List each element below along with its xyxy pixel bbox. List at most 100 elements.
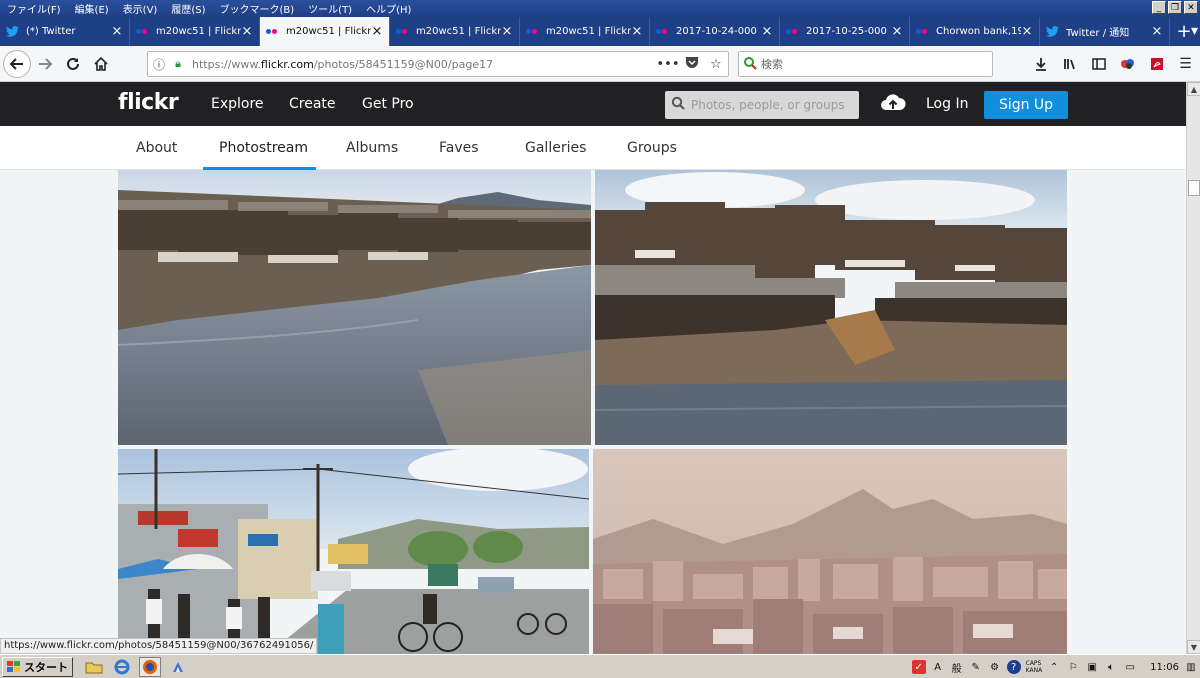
bookmark-star-icon[interactable]: ☆ <box>704 57 728 72</box>
pdf-icon[interactable] <box>1142 51 1171 77</box>
help-icon[interactable]: ? <box>1006 660 1021 674</box>
ime-tools-icon[interactable]: ✎ <box>969 660 983 674</box>
tray-expand-icon[interactable]: ⌃ <box>1047 660 1061 674</box>
library-icon[interactable] <box>1055 51 1084 77</box>
url-domain: flickr.com <box>260 57 314 71</box>
browser-search-input[interactable]: 検索 <box>738 51 993 77</box>
extension-icon[interactable] <box>1113 51 1142 77</box>
pocket-icon[interactable] <box>680 56 704 73</box>
network-icon[interactable]: ▣ <box>1085 660 1099 674</box>
subnav-groups[interactable]: Groups <box>627 140 677 156</box>
ime-mode-icon[interactable]: A <box>931 660 945 674</box>
twitter-icon <box>1046 26 1060 38</box>
subnav-galleries[interactable]: Galleries <box>525 140 586 156</box>
tab-twitter[interactable]: (*) Twitter × <box>0 17 130 46</box>
tab-flickr-4[interactable]: m20wc51 | Flickr × <box>520 17 650 46</box>
search-engine-icon[interactable] <box>739 56 761 73</box>
sidebar-icon[interactable] <box>1084 51 1113 77</box>
scroll-down-arrow-icon[interactable]: ▼ <box>1187 640 1200 654</box>
folder-icon[interactable] <box>83 657 105 677</box>
internet-explorer-icon[interactable] <box>111 657 133 677</box>
volume-icon[interactable]: 🔈︎ <box>1104 660 1118 674</box>
back-button[interactable] <box>3 49 31 78</box>
close-tab-icon[interactable]: × <box>501 24 513 39</box>
close-tab-icon[interactable]: × <box>1021 24 1033 39</box>
menu-view[interactable]: 表示(V) <box>116 1 165 16</box>
forward-button[interactable] <box>31 50 59 78</box>
close-tab-icon[interactable]: × <box>1151 24 1163 39</box>
battery-icon[interactable]: ▭ <box>1123 660 1137 674</box>
scroll-up-arrow-icon[interactable]: ▲ <box>1187 82 1200 96</box>
security-icon[interactable]: ✓ <box>911 660 926 674</box>
riverside-shacks-photo[interactable] <box>595 170 1067 445</box>
login-link[interactable]: Log In <box>926 96 968 112</box>
tab-label: 2017-10-24-000 <box>676 26 757 37</box>
close-tab-icon[interactable]: × <box>631 24 643 39</box>
tab-label: m20wc51 | Flickr <box>156 26 241 37</box>
tab-flickr-6[interactable]: 2017-10-25-000 × <box>780 17 910 46</box>
minimize-button[interactable]: _ <box>1152 1 1166 14</box>
close-tab-icon[interactable]: × <box>761 24 773 39</box>
flickr-icon <box>396 26 410 38</box>
flickr-icon <box>786 26 800 38</box>
close-tab-icon[interactable]: × <box>891 24 903 39</box>
menu-file[interactable]: ファイル(F) <box>0 1 68 16</box>
tab-flickr-7[interactable]: Chorwon bank,19 × <box>910 17 1040 46</box>
menu-help[interactable]: ヘルプ(H) <box>359 1 418 16</box>
signup-button[interactable]: Sign Up <box>984 91 1068 119</box>
forward-arrow-icon <box>39 57 53 70</box>
menu-edit[interactable]: 編集(E) <box>68 1 116 16</box>
subnav-albums[interactable]: Albums <box>346 140 398 156</box>
start-button[interactable]: スタート <box>2 656 73 677</box>
tab-twitter-notifications[interactable]: Twitter / 通知 × <box>1040 17 1170 46</box>
menu-tools[interactable]: ツール(T) <box>301 1 359 16</box>
close-tab-icon[interactable]: × <box>371 24 383 39</box>
nav-get-pro[interactable]: Get Pro <box>362 96 414 112</box>
url-bar[interactable]: ⓘ 🔒︎ https://www.flickr.com/photos/58451… <box>147 51 729 77</box>
info-icon[interactable]: ⓘ <box>148 56 170 73</box>
nav-create[interactable]: Create <box>289 96 336 112</box>
caps-indicator: CAPS <box>1025 660 1042 667</box>
vertical-scrollbar[interactable]: ▲ ▼ <box>1186 82 1200 654</box>
ime-dictionary-icon[interactable]: 般 <box>950 660 964 675</box>
clock[interactable]: 11:06 <box>1150 662 1179 673</box>
flickr-logo[interactable]: flickr <box>118 90 179 115</box>
hazy-city-skyline-photo[interactable] <box>593 449 1067 654</box>
window-menubar: ファイル(F) 編集(E) 表示(V) 履歴(S) ブックマーク(B) ツール(… <box>0 0 1200 17</box>
tab-label: m20wc51 | Flickr <box>286 26 371 37</box>
close-window-button[interactable]: ✕ <box>1184 1 1198 14</box>
restore-button[interactable]: ❐ <box>1168 1 1182 14</box>
scrollbar-thumb[interactable] <box>1188 180 1200 196</box>
reload-button[interactable] <box>59 50 87 78</box>
upload-cloud-icon[interactable] <box>879 90 907 116</box>
menu-bookmarks[interactable]: ブックマーク(B) <box>213 1 302 16</box>
tab-flickr-3[interactable]: m20wc51 | Flickr × <box>390 17 520 46</box>
close-tab-icon[interactable]: × <box>241 24 253 39</box>
subnav-about[interactable]: About <box>136 140 177 156</box>
lock-icon[interactable]: 🔒︎ <box>170 57 186 71</box>
firefox-icon[interactable] <box>139 656 161 677</box>
tab-flickr-active[interactable]: m20wc51 | Flickr × <box>260 17 390 46</box>
url-text[interactable]: https://www.flickr.com/photos/58451159@N… <box>186 58 656 71</box>
ime-settings-icon[interactable]: ⚙ <box>988 660 1002 674</box>
show-desktop-icon[interactable]: ▥ <box>1184 660 1198 674</box>
menu-icon[interactable]: ☰ <box>1171 51 1200 77</box>
flickr-search-input[interactable]: Photos, people, or groups <box>665 91 859 119</box>
close-tab-icon[interactable]: × <box>111 24 123 39</box>
river-shanty-town-photo[interactable] <box>118 170 591 445</box>
street-market-photo[interactable] <box>118 449 589 654</box>
nav-explore[interactable]: Explore <box>211 96 264 112</box>
profile-subnav: About Photostream Albums Faves Galleries… <box>0 126 1186 170</box>
subnav-photostream[interactable]: Photostream <box>219 140 308 156</box>
subnav-faves[interactable]: Faves <box>439 140 479 156</box>
download-icon[interactable] <box>1026 51 1055 77</box>
flag-icon[interactable]: ⚐ <box>1066 660 1080 674</box>
tab-list-chevron-icon[interactable]: ▾ <box>1191 17 1198 46</box>
tab-flickr-1[interactable]: m20wc51 | Flickr × <box>130 17 260 46</box>
menu-history[interactable]: 履歴(S) <box>164 1 212 16</box>
page-actions-icon[interactable]: ••• <box>656 57 680 72</box>
app-icon[interactable] <box>167 657 189 677</box>
tab-flickr-5[interactable]: 2017-10-24-000 × <box>650 17 780 46</box>
flickr-header: flickr Explore Create Get Pro Photos, pe… <box>0 82 1186 126</box>
home-button[interactable] <box>87 50 115 78</box>
